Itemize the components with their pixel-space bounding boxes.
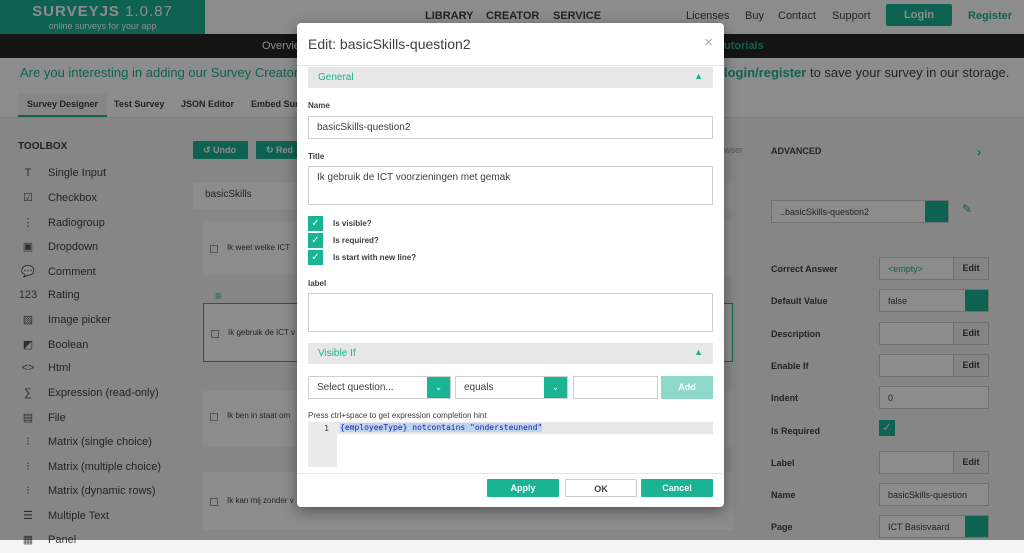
start-new-line-checkbox[interactable]: ✓: [308, 250, 323, 265]
name-label: Name: [308, 101, 330, 110]
is-required-label: Is required?: [333, 236, 379, 245]
cancel-button[interactable]: Cancel: [641, 479, 713, 497]
operator-select[interactable]: equals ⌄: [455, 376, 568, 399]
is-required-checkbox[interactable]: ✓: [308, 233, 323, 248]
general-section-header[interactable]: General ▲: [308, 67, 713, 88]
operator-select-value: equals: [464, 382, 494, 393]
is-visible-checkbox[interactable]: ✓: [308, 216, 323, 231]
visible-if-label: Visible If: [318, 348, 356, 359]
line-number: 1: [308, 422, 337, 467]
apply-button[interactable]: Apply: [487, 479, 559, 497]
label-label: label: [308, 279, 327, 288]
visible-if-section-header[interactable]: Visible If ▲: [308, 343, 713, 364]
dialog-title: Edit: basicSkills-question2: [308, 36, 471, 52]
edit-question-dialog: Edit: basicSkills-question2 × General ▲ N…: [297, 23, 724, 507]
expression-editor[interactable]: 1 {employeeType} notcontains "ondersteun…: [308, 422, 713, 467]
start-new-line-label: Is start with new line?: [333, 253, 417, 262]
chevron-down-icon[interactable]: ⌄: [544, 377, 567, 398]
is-visible-label: Is visible?: [333, 219, 372, 228]
expression-hint: Press ctrl+space to get expression compl…: [308, 411, 487, 420]
label-textarea[interactable]: [308, 293, 713, 332]
divider: [297, 473, 724, 474]
condition-value-input[interactable]: [573, 376, 658, 399]
title-textarea[interactable]: Ik gebruik de ICT voorzieningen met gema…: [308, 166, 713, 205]
question-select[interactable]: Select question... ⌄: [308, 376, 451, 399]
name-input[interactable]: basicSkills-question2: [308, 116, 713, 139]
chevron-up-icon: ▲: [694, 71, 703, 81]
chevron-up-icon: ▲: [694, 347, 703, 357]
chevron-down-icon[interactable]: ⌄: [427, 377, 450, 398]
close-icon[interactable]: ×: [704, 34, 713, 51]
question-select-value: Select question...: [317, 382, 394, 393]
ok-button[interactable]: OK: [565, 479, 637, 497]
general-section-label: General: [318, 72, 354, 83]
divider: [297, 65, 724, 66]
title-label: Title: [308, 152, 325, 161]
expression-text[interactable]: {employeeType} notcontains "ondersteunen…: [340, 423, 543, 432]
add-condition-button[interactable]: Add: [661, 376, 713, 399]
